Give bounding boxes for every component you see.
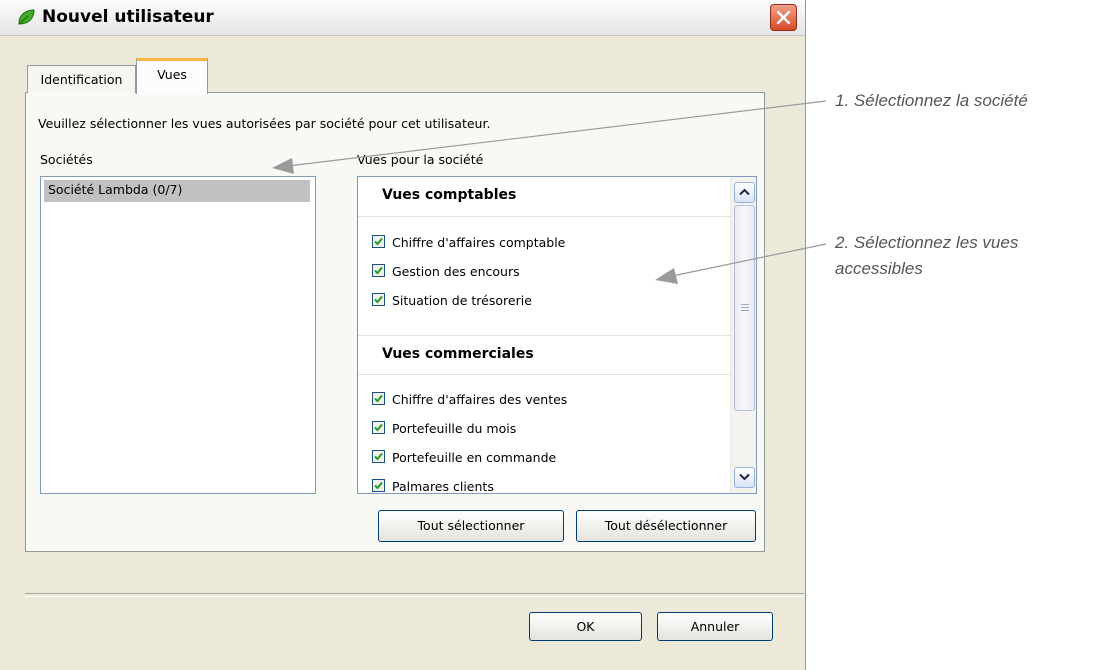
arrow-head-1 [272, 158, 294, 174]
arrow-head-2 [655, 268, 678, 284]
arrow-line-1 [287, 100, 827, 167]
annotation-step2: 2. Sélectionnez les vues accessibles [835, 233, 1019, 278]
arrow-line-2 [671, 243, 827, 277]
annotation-step1: 1. Sélectionnez la société [835, 91, 1028, 110]
tab-vues[interactable]: Vues [136, 58, 208, 94]
